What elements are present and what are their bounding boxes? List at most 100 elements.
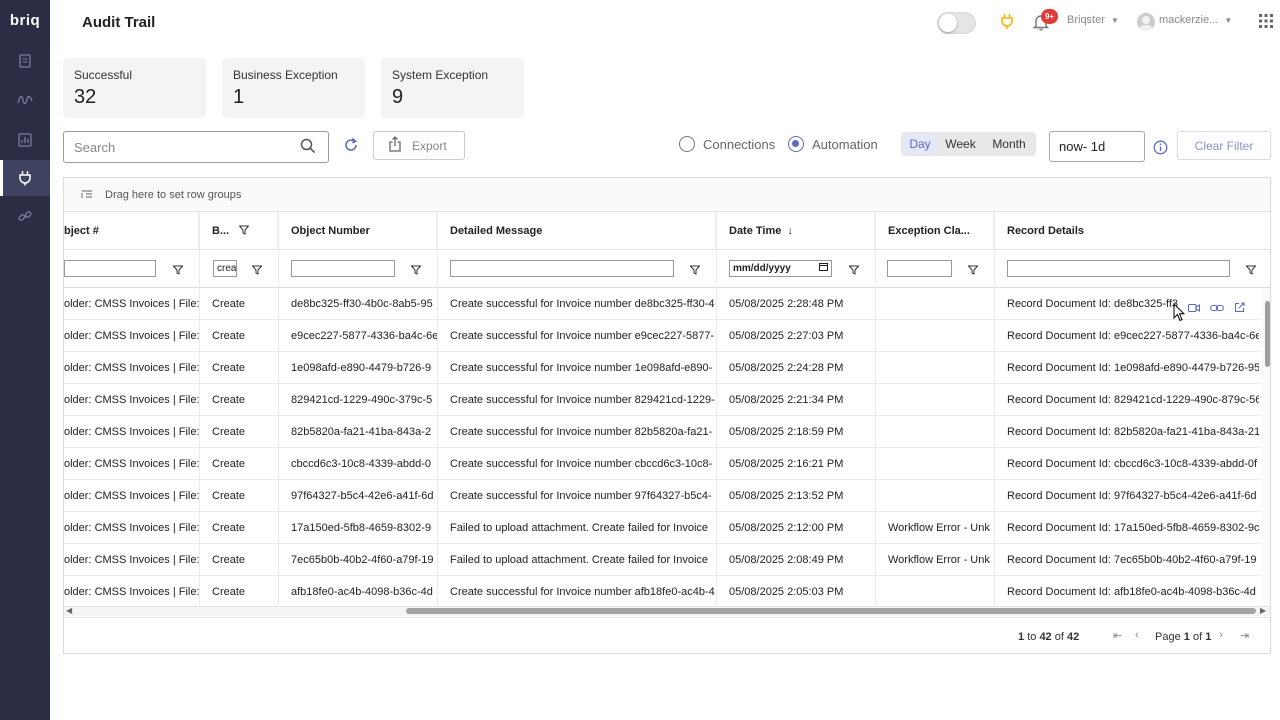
stat-card-business-exception[interactable]: Business Exception 1 xyxy=(222,58,365,118)
cell-detailed-message: Create successful for Invoice number 829… xyxy=(450,394,715,406)
table-row[interactable]: older: CMSS Invoices | File: X Create 1e09… xyxy=(64,352,1264,384)
table-row[interactable]: older: CMSS Invoices | File: 6 Create cbcc… xyxy=(64,448,1264,480)
filter-funnel-icon[interactable] xyxy=(410,262,422,280)
apps-grid-icon[interactable] xyxy=(1259,14,1273,28)
radio-label: Automation xyxy=(812,136,878,152)
theme-toggle[interactable] xyxy=(937,12,976,34)
cell-record-details: Record Document Id: e9cec227-5877-4336-b… xyxy=(1007,330,1259,342)
cell-object: older: CMSS Invoices | File: II xyxy=(64,298,199,310)
cell-b: Create xyxy=(212,490,246,502)
radio-automation[interactable]: Automation xyxy=(788,136,878,152)
row-action-group xyxy=(1182,300,1260,318)
table-row[interactable]: older: CMSS Invoices | File: 6 Create e9ce… xyxy=(64,320,1264,352)
avatar[interactable] xyxy=(1137,13,1155,31)
plug-icon[interactable] xyxy=(15,168,35,188)
cell-b: Create xyxy=(212,298,246,310)
calendar-icon[interactable] xyxy=(819,261,828,276)
filter-funnel-icon[interactable] xyxy=(1245,262,1257,280)
filter-input-record-details[interactable] xyxy=(1007,260,1230,277)
filter-input-object-number[interactable] xyxy=(291,260,395,277)
table-row[interactable]: older: CMSS Invoices | File: R Create 97f6… xyxy=(64,480,1264,512)
filter-date-input[interactable]: mm/dd/yyyy xyxy=(729,260,832,277)
last-page-icon[interactable]: ⇥ xyxy=(1240,629,1249,642)
row-group-drop-zone[interactable]: Drag here to set row groups xyxy=(64,178,1270,212)
info-icon[interactable] xyxy=(1153,140,1168,160)
search-icon[interactable] xyxy=(300,138,316,159)
external-link-icon[interactable] xyxy=(1234,300,1245,318)
prev-page-icon[interactable]: ‹ xyxy=(1135,629,1139,641)
column-header-date-time[interactable]: Date Time ↓ xyxy=(716,212,875,250)
vertical-scroll-thumb[interactable] xyxy=(1265,301,1270,367)
horizontal-scroll-thumb[interactable] xyxy=(406,608,1256,614)
cell-exception-class: Workflow Error - Unk xyxy=(888,554,990,566)
radio-circle xyxy=(679,136,695,152)
audit-grid: Drag here to set row groups bject # B...… xyxy=(63,177,1271,654)
link-icon[interactable] xyxy=(15,206,35,226)
sort-desc-icon[interactable]: ↓ xyxy=(787,225,793,237)
period-week-button[interactable]: Week xyxy=(937,134,984,154)
first-page-icon[interactable]: ⇤ xyxy=(1113,629,1122,642)
radio-circle-selected xyxy=(788,136,804,152)
table-row[interactable]: older: CMSS Invoices | File: 3 Create 7ec6… xyxy=(64,544,1264,576)
mouse-cursor-icon xyxy=(1173,302,1186,328)
cell-b: Create xyxy=(212,458,246,470)
plug-status-icon[interactable] xyxy=(1000,13,1014,30)
column-header-object-number[interactable]: Object Number xyxy=(278,212,437,250)
next-page-icon[interactable]: › xyxy=(1219,629,1223,641)
search-input[interactable] xyxy=(63,131,329,163)
filter-input-b[interactable]: crea xyxy=(213,260,237,277)
table-row[interactable]: older: CMSS Invoices | File: II Create de8… xyxy=(64,288,1264,320)
cell-detailed-message: Create successful for Invoice number cbc… xyxy=(450,458,713,470)
cell-b: Create xyxy=(212,522,246,534)
column-divider xyxy=(875,212,876,607)
video-icon[interactable] xyxy=(1187,300,1201,318)
stat-value: 1 xyxy=(233,86,245,108)
table-row[interactable]: older: CMSS Invoices | File: Ir Create 82b… xyxy=(64,416,1264,448)
radio-connections[interactable]: Connections xyxy=(679,136,775,152)
link-icon[interactable] xyxy=(1210,300,1224,318)
filter-funnel-icon[interactable] xyxy=(172,262,184,280)
row-from: 1 xyxy=(1018,631,1025,643)
scroll-right-icon[interactable]: ▶ xyxy=(1260,606,1266,615)
filter-input-exception-class[interactable] xyxy=(887,260,952,277)
brand-logo[interactable]: briq xyxy=(0,12,50,29)
clear-filter-button[interactable]: Clear Filter xyxy=(1177,131,1271,160)
cell-detailed-message: Create successful for Invoice number 1e0… xyxy=(450,362,713,374)
radio-label: Connections xyxy=(703,136,776,152)
cell-object-number: 829421cd-1229-490c-379c-5 xyxy=(291,394,433,406)
stat-card-successful[interactable]: Successful 32 xyxy=(63,58,206,118)
column-header-b[interactable]: B... xyxy=(199,212,278,250)
grid-header-row: bject # B... Object Number Detailed Mess… xyxy=(64,212,1270,250)
cell-date-time: 05/08/2025 2:24:28 PM xyxy=(729,362,844,374)
filter-funnel-icon[interactable] xyxy=(251,262,263,280)
stat-card-system-exception[interactable]: System Exception 9 xyxy=(381,58,524,118)
filter-funnel-icon[interactable] xyxy=(848,262,860,280)
column-header-exception-class[interactable]: Exception Cla... xyxy=(875,212,994,250)
table-row[interactable]: older: CMSS Invoices | File: 3 Create afb1… xyxy=(64,576,1264,608)
cell-exception-class xyxy=(875,288,994,320)
refresh-icon[interactable] xyxy=(343,137,359,158)
column-header-detailed-message[interactable]: Detailed Message xyxy=(437,212,716,250)
table-row[interactable]: older: CMSS Invoices | File: 2 Create 8294… xyxy=(64,384,1264,416)
filter-input-object[interactable] xyxy=(64,260,156,277)
column-header-record-details[interactable]: Record Details xyxy=(994,212,1270,250)
column-header-object[interactable]: bject # xyxy=(64,212,199,250)
document-icon[interactable] xyxy=(15,51,35,71)
table-row[interactable]: older: CMSS Invoices | File: P Create 17a1… xyxy=(64,512,1264,544)
period-day-button[interactable]: Day xyxy=(903,134,937,154)
scroll-left-icon[interactable]: ◀ xyxy=(66,606,72,615)
export-button[interactable]: Export xyxy=(373,131,465,160)
filter-active-icon[interactable] xyxy=(238,225,250,238)
user-menu[interactable]: mackerzie... ▼ xyxy=(1159,14,1232,26)
stat-label: Business Exception xyxy=(233,68,338,82)
time-range-input[interactable]: now- 1d xyxy=(1049,131,1145,162)
workspace-selector[interactable]: Briqster ▼ xyxy=(1067,14,1119,26)
cell-date-time: 05/08/2025 2:28:48 PM xyxy=(729,298,844,310)
filter-funnel-icon[interactable] xyxy=(967,262,979,280)
sketch-icon[interactable] xyxy=(15,90,35,110)
filter-funnel-icon[interactable] xyxy=(689,262,701,280)
period-month-button[interactable]: Month xyxy=(984,134,1034,154)
chart-icon[interactable] xyxy=(15,130,35,150)
cell-b: Create xyxy=(212,586,246,598)
filter-input-detailed-message[interactable] xyxy=(450,260,674,277)
